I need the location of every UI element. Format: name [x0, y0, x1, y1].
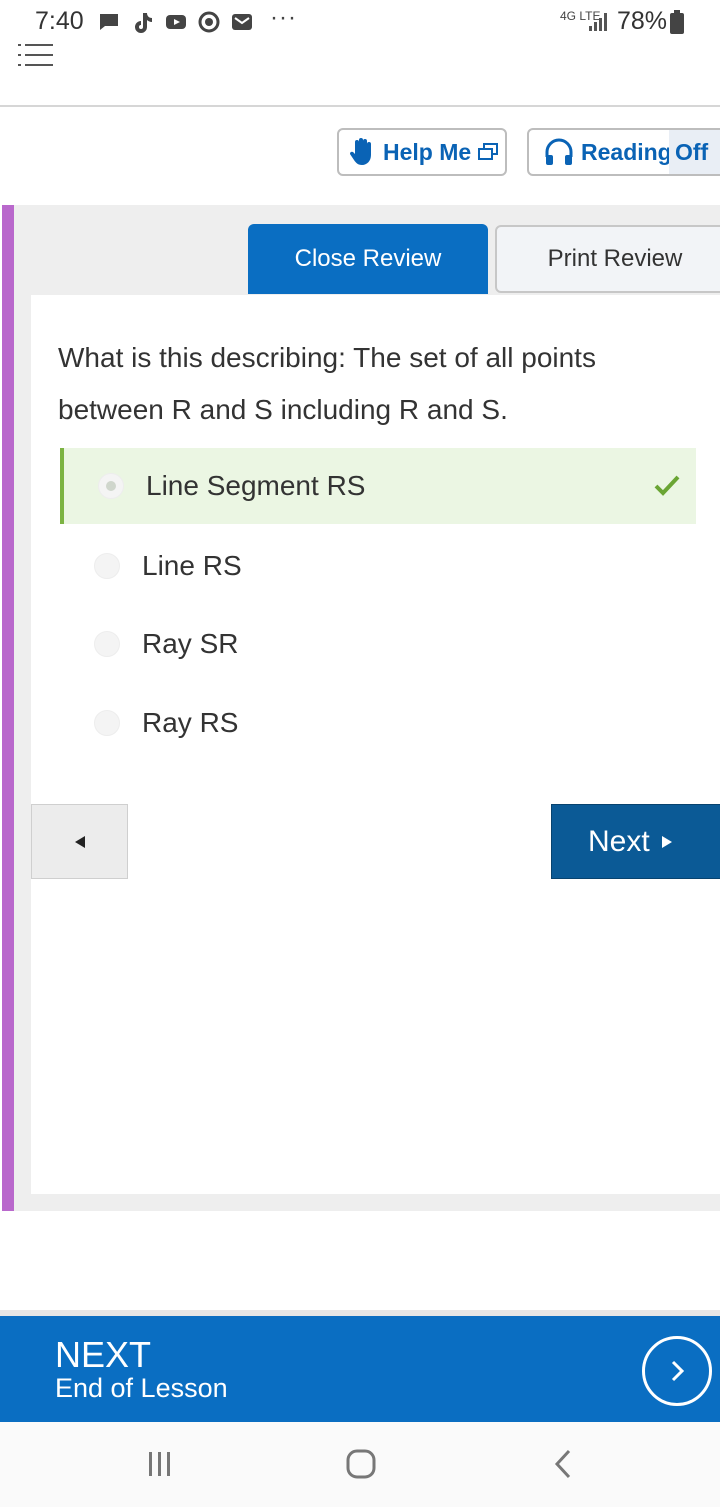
- answer-label: Ray RS: [142, 707, 239, 738]
- youtube-icon: [166, 15, 186, 29]
- answer-label: Ray SR: [142, 628, 239, 659]
- overflow-dots: ···: [270, 4, 297, 31]
- recent-apps-icon: [149, 1452, 170, 1476]
- mail-icon: [232, 14, 252, 30]
- recent-apps-button[interactable]: [140, 1444, 180, 1484]
- reading-toggle-button[interactable]: Reading Off: [527, 128, 720, 176]
- back-button[interactable]: [543, 1444, 583, 1484]
- status-time: 7:40: [35, 7, 84, 35]
- answer-option-4[interactable]: Ray RS: [60, 685, 696, 761]
- print-review-button[interactable]: Print Review: [495, 225, 720, 293]
- radio-button[interactable]: [94, 710, 120, 736]
- triangle-right-icon: [661, 835, 672, 848]
- next-lesson-arrow-button[interactable]: [642, 1336, 712, 1406]
- battery-percent: 78%: [617, 7, 668, 35]
- accent-bar: [2, 205, 14, 1211]
- message-icon: [100, 14, 118, 30]
- back-icon: [554, 1449, 571, 1479]
- tiktok-icon: [135, 13, 152, 33]
- help-me-label: Help Me: [383, 138, 472, 165]
- chevron-right-icon: [671, 1360, 685, 1382]
- answer-label: Line RS: [142, 550, 242, 581]
- triangle-left-icon: [74, 835, 85, 848]
- help-me-button[interactable]: Help Me: [337, 128, 507, 176]
- home-icon: [346, 1449, 376, 1479]
- answer-option-3[interactable]: Ray SR: [60, 606, 696, 682]
- battery-icon: [670, 10, 684, 34]
- previous-button[interactable]: [31, 804, 128, 879]
- question-text: What is this describing: The set of all …: [58, 342, 596, 425]
- hand-icon: [349, 138, 371, 165]
- banner-subtitle: End of Lesson: [55, 1373, 228, 1403]
- banner-title: NEXT: [55, 1334, 152, 1375]
- next-label: Next: [588, 824, 650, 858]
- status-bar: 7:40 ··· 4G LTE 78%: [0, 0, 720, 44]
- close-review-button[interactable]: Close Review: [248, 224, 488, 294]
- radio-button[interactable]: [94, 553, 120, 579]
- headphones-icon: [545, 138, 573, 165]
- settings-icon: [198, 11, 220, 33]
- radio-button[interactable]: [94, 631, 120, 657]
- header-divider: [0, 105, 720, 107]
- checkmark-icon: [654, 475, 680, 496]
- reading-state: Off: [669, 130, 720, 174]
- radio-button[interactable]: [98, 473, 124, 499]
- answer-option-2[interactable]: Line RS: [60, 528, 696, 604]
- reading-label: Reading: [581, 138, 672, 165]
- next-button[interactable]: Next: [551, 804, 720, 879]
- home-button[interactable]: [341, 1444, 381, 1484]
- answer-label: Line Segment RS: [146, 470, 366, 501]
- menu-icon[interactable]: [18, 42, 54, 68]
- answer-option-1[interactable]: Line Segment RS: [60, 448, 696, 524]
- signal-icon: [589, 13, 607, 31]
- popup-icon: [478, 143, 499, 160]
